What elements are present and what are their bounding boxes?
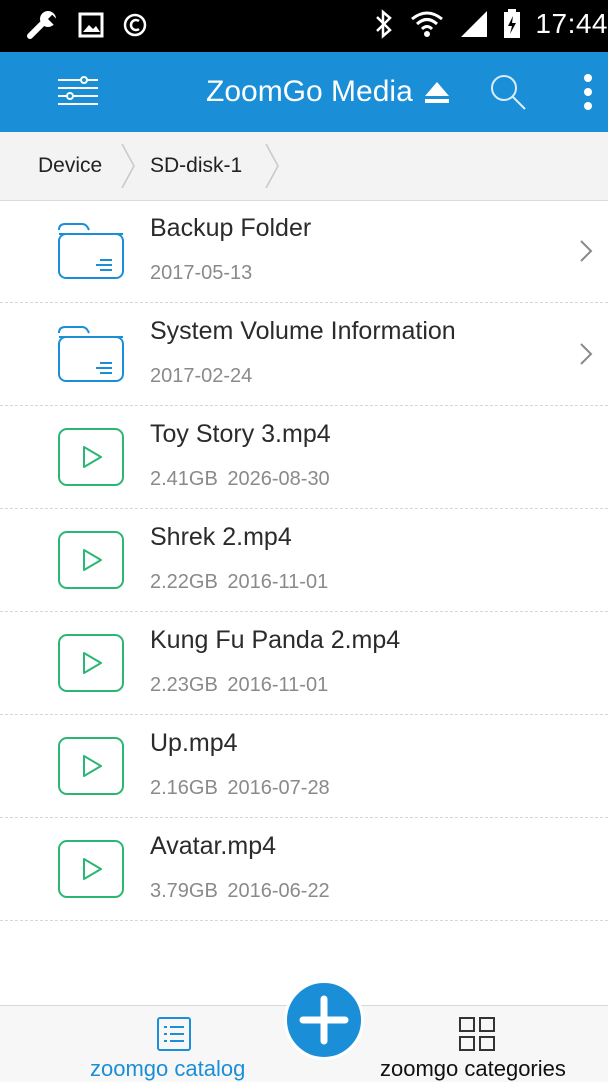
file-meta: 2.41GB 2026-08-30 [150,468,330,490]
more-vert-icon [584,74,592,110]
search-button[interactable] [488,72,528,112]
page-title: ZoomGo Media [206,75,413,108]
file-meta: 2017-05-13 [150,262,253,284]
list-item[interactable]: Toy Story 3.mp4 2.41GB 2026-08-30 [0,406,608,509]
eject-icon [424,82,449,103]
list-item[interactable]: Up.mp4 2.16GB 2016-07-28 [0,715,608,818]
video-play-icon [58,428,124,486]
tab-zoomgo-catalog[interactable]: zoomgo catalog [60,1006,300,1082]
breadcrumb: Device SD-disk-1 [0,132,608,201]
breadcrumb-separator-icon [265,143,279,189]
breadcrumb-separator-icon [121,143,135,189]
image-icon [78,12,104,38]
file-name: Kung Fu Panda 2.mp4 [150,626,401,654]
copyright-icon [123,13,147,37]
file-meta: 2017-02-24 [150,365,253,387]
list-catalog-icon [157,1017,191,1051]
file-list: Backup Folder 2017-05-13 System Volume I… [0,200,608,921]
file-name: Up.mp4 [150,729,238,757]
chevron-right-icon [580,343,593,365]
file-meta: 3.79GB 2016-06-22 [150,880,330,902]
video-play-icon [58,737,124,795]
list-item[interactable]: Avatar.mp4 3.79GB 2016-06-22 [0,818,608,921]
tab-zoomgo-categories[interactable]: zoomgo categories [370,1006,608,1082]
tab-label: zoomgo categories [380,1056,566,1081]
wrench-icon [27,11,60,39]
tab-label: zoomgo catalog [90,1056,246,1081]
video-play-icon [58,840,124,898]
list-item[interactable]: Shrek 2.mp4 2.22GB 2016-11-01 [0,509,608,612]
file-meta: 2.22GB 2016-11-01 [150,571,329,593]
file-name: Toy Story 3.mp4 [150,420,331,448]
list-item[interactable]: Backup Folder 2017-05-13 [0,200,608,303]
file-name: System Volume Information [150,317,456,345]
file-meta: 2.16GB 2016-07-28 [150,777,330,799]
more-options-button[interactable] [576,70,600,114]
plus-icon [299,995,349,1045]
title-dropdown[interactable]: ZoomGo Media [206,52,451,132]
status-bar: 17:44 [0,0,608,52]
breadcrumb-device[interactable]: Device [38,132,102,200]
signal-icon [461,11,488,37]
video-play-icon [58,634,124,692]
bluetooth-icon [376,9,393,39]
list-item[interactable]: System Volume Information 2017-02-24 [0,303,608,406]
folder-icon [58,326,124,382]
file-name: Avatar.mp4 [150,832,277,860]
file-name: Shrek 2.mp4 [150,523,292,551]
video-play-icon [58,531,124,589]
breadcrumb-sd-disk[interactable]: SD-disk-1 [150,132,242,200]
folder-icon [58,223,124,279]
filter-menu-button[interactable] [56,74,100,110]
sliders-icon [58,76,98,105]
battery-icon [504,9,521,38]
chevron-right-icon [580,240,593,262]
list-item[interactable]: Kung Fu Panda 2.mp4 2.23GB 2016-11-01 [0,612,608,715]
search-icon [491,75,526,110]
wifi-icon [411,11,444,37]
status-time: 17:44 [535,8,608,39]
app-bar: ZoomGo Media [0,52,608,132]
file-name: Backup Folder [150,214,312,242]
file-meta: 2.23GB 2016-11-01 [150,674,329,696]
add-button[interactable] [284,980,364,1060]
grid-categories-icon [459,1017,495,1051]
